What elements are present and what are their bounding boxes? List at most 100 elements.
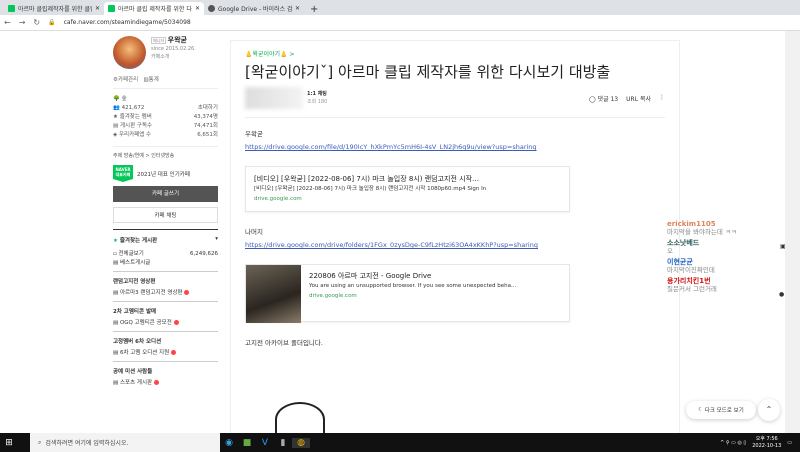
chrome-icon[interactable]: ◍	[292, 437, 310, 448]
article-title: [왁굳이야기ˇ] 아르마 클립 제작자를 위한 다시보기 대방출	[245, 63, 611, 81]
comments-button[interactable]: ◯ 댓글 13	[589, 94, 618, 103]
chat-username: 소소낫베드	[667, 239, 700, 247]
chevron-down-icon: ▾	[215, 236, 218, 242]
more-icon[interactable]: ⋮	[659, 94, 665, 103]
close-tab-icon[interactable]: ✕	[95, 5, 100, 12]
article-text: 우왁굳	[245, 130, 263, 138]
browser-tab-1[interactable]: 아르마 클립제작자를 위한 클립영상✕	[4, 2, 104, 15]
board-item[interactable]: ▤ 스포츠 게시판	[113, 379, 218, 388]
favorite-boards-header[interactable]: ★ 즐겨찾는 게시판 ▾	[113, 229, 218, 250]
board-group-title: 고정멤버 6차 오디션	[113, 331, 218, 349]
scrollbar[interactable]	[785, 31, 800, 433]
chat-message: 질문커서 그런거래	[667, 285, 717, 293]
drive-link-2[interactable]: https://drive.google.com/drive/folders/1…	[245, 241, 665, 249]
stat-label: ◈ 우리카페앱 수	[113, 132, 152, 138]
board-item-best[interactable]: ▤ 베스트게시글	[113, 259, 218, 268]
preview-thumbnail	[246, 265, 301, 323]
vegas-icon[interactable]: V	[256, 438, 274, 448]
invite-link[interactable]: 초대하기	[198, 104, 218, 113]
cafe-topic: 주제 방송/연예 > 인터넷방송	[113, 146, 218, 159]
stat-value: 43,374명	[193, 114, 218, 120]
scroll-top-button[interactable]: ⌃	[758, 399, 780, 421]
search-icon: ⌕	[38, 438, 42, 446]
stats-link[interactable]: ▥통계	[143, 77, 158, 83]
tab-bar: 아르마 클립제작자를 위한 클립영상✕ 아르마 클립 제작자를 위한 다시✕ G…	[0, 0, 800, 15]
chat-username: 이현균균	[667, 258, 693, 266]
minecraft-icon[interactable]: ■	[238, 438, 256, 448]
forward-icon[interactable]: →	[19, 18, 26, 27]
naver-award-badge: NAVER 대표카페	[113, 165, 133, 182]
edge-icon[interactable]: ◉	[220, 438, 238, 448]
chat-author-link[interactable]: 1:1 채팅	[307, 91, 327, 97]
browser-tab-3[interactable]: Google Drive - 바이러스 검사 ✕	[204, 2, 304, 15]
url-input[interactable]: cafe.naver.com/steamindiegame/5034098	[64, 19, 191, 26]
member-count[interactable]: 👥 421,672	[113, 104, 144, 113]
view-count: 조회 180	[307, 99, 328, 105]
star-icon: ★	[113, 238, 118, 244]
cafe-manage-link[interactable]: ⚙카페관리	[113, 77, 138, 83]
board-item[interactable]: ▤ OGQ 고멤티콘 공모전	[113, 319, 218, 328]
board-group-title: 공예 미션 사람들	[113, 361, 218, 379]
copy-url-button[interactable]: URL 복사	[626, 94, 651, 103]
tray-icons[interactable]: ^ ⚲ ▭ ◎ ▯	[720, 440, 746, 446]
new-badge-icon	[170, 350, 176, 355]
since-date: since 2015.02.26.	[151, 46, 196, 52]
tab-title: 아르마 클립제작자를 위한 클립영상	[18, 6, 92, 13]
chat-message: 마지막이진짜인데	[667, 266, 715, 274]
close-tab-icon[interactable]: ✕	[295, 5, 300, 12]
globe-favicon	[208, 5, 215, 12]
stat-value: 74,471회	[193, 123, 218, 129]
article-category-link[interactable]: 👃왁굳이야기👃 >	[245, 49, 665, 58]
stat-label: ▤ 게시판 구독수	[113, 123, 153, 129]
board-group-title: 랜덤고지전 영상편	[113, 271, 218, 289]
dark-mode-button[interactable]: ☾ 다크 모드로 보기	[686, 401, 756, 419]
stat-value: 6,651회	[197, 132, 218, 138]
drive-link-1[interactable]: https://drive.google.com/file/d/190IcY_h…	[245, 143, 665, 151]
notification-icon[interactable]: ▭	[787, 440, 792, 446]
character-sticker	[275, 402, 325, 437]
link-preview-card-1[interactable]: [비디오] [우왁굳] [2022-08-06] 7시) 마크 놀입장 8시) …	[245, 166, 570, 212]
clock-time[interactable]: 오후 7:56	[756, 436, 778, 442]
cafe-sidebar: 매니저 우왁굳 since 2015.02.26. 카페소개 ⚙카페관리 ▥통계 🌳…	[113, 36, 218, 388]
article-text: 나머지	[245, 228, 263, 236]
cafe-logo[interactable]	[113, 36, 146, 69]
taskbar: ⊞ ⌕ 검색하려면 여기에 입력하십시오. ◉ ■ V ▮ ◍ ^ ⚲ ▭ ◎ ▯…	[0, 433, 800, 452]
clock-date[interactable]: 2022-10-13	[752, 443, 781, 449]
manager-name[interactable]: 우왁굳	[168, 36, 187, 44]
naver-cafe-favicon	[108, 5, 115, 12]
reload-icon[interactable]: ↻	[33, 18, 40, 27]
award-text: 2021년 대표 인기카페	[137, 171, 190, 178]
new-badge-icon	[173, 320, 179, 325]
board-item[interactable]: ▤ 6차 고멤 오디션 지원	[113, 349, 218, 358]
board-group-title: 2차 고멤티콘 발매	[113, 301, 218, 319]
new-badge-icon	[184, 290, 190, 295]
windows-start-icon[interactable]: ⊞	[0, 438, 18, 448]
back-icon[interactable]: ←	[4, 18, 11, 27]
chat-message: 마지막을 봐야하는데 ㅋㅋ	[667, 228, 737, 236]
system-tray: ^ ⚲ ▭ ◎ ▯ 오후 7:56 2022-10-13 ▭	[720, 436, 800, 450]
cafe-chat-button[interactable]: 카페 채팅	[113, 207, 218, 223]
new-tab-button[interactable]: +	[304, 4, 324, 15]
tab-title: Google Drive - 바이러스 검사	[218, 6, 292, 13]
new-badge-icon	[153, 380, 159, 385]
board-item[interactable]: ▤ 아르마3 랜덤고지전 영상편	[113, 289, 218, 298]
close-tab-icon[interactable]: ✕	[195, 5, 200, 12]
cafe-intro-link[interactable]: 카페소개	[151, 54, 169, 60]
cafe-level: 🌳 숲	[113, 96, 127, 102]
cafe-write-button[interactable]: 카페 글쓰기	[113, 186, 218, 202]
board-item-all[interactable]: ▫ 전체글보기 6,249,626	[113, 250, 218, 259]
naver-cafe-favicon	[8, 5, 15, 12]
chat-badge-icon: ●	[779, 291, 785, 298]
tab-title: 아르마 클립 제작자를 위한 다시	[118, 6, 192, 13]
chat-overlay: erickim1105 마지막을 봐야하는데 ㅋㅋ 소소낫베드 오 이현균균 마지막이…	[667, 220, 737, 296]
taskbar-search[interactable]: ⌕ 검색하려면 여기에 입력하십시오.	[30, 433, 220, 452]
app-icon[interactable]: ▮	[274, 438, 292, 448]
stat-label: ★ 즐겨찾는 멤버	[113, 114, 152, 120]
article-text: 고지전 아카이브 폴더입니다.	[245, 339, 323, 347]
link-preview-card-2[interactable]: 220806 아르마 고지전 - Google Drive You are usi…	[245, 264, 570, 323]
chat-username: 용가리치킨1번	[667, 277, 711, 285]
chat-message: 오	[667, 247, 673, 255]
chat-username: erickim1105	[667, 220, 716, 228]
article: 👃왁굳이야기👃 > [왁굳이야기ˇ] 아르마 클립 제작자를 위한 다시보기 대…	[230, 40, 680, 433]
browser-tab-2[interactable]: 아르마 클립 제작자를 위한 다시 ✕	[104, 2, 204, 15]
